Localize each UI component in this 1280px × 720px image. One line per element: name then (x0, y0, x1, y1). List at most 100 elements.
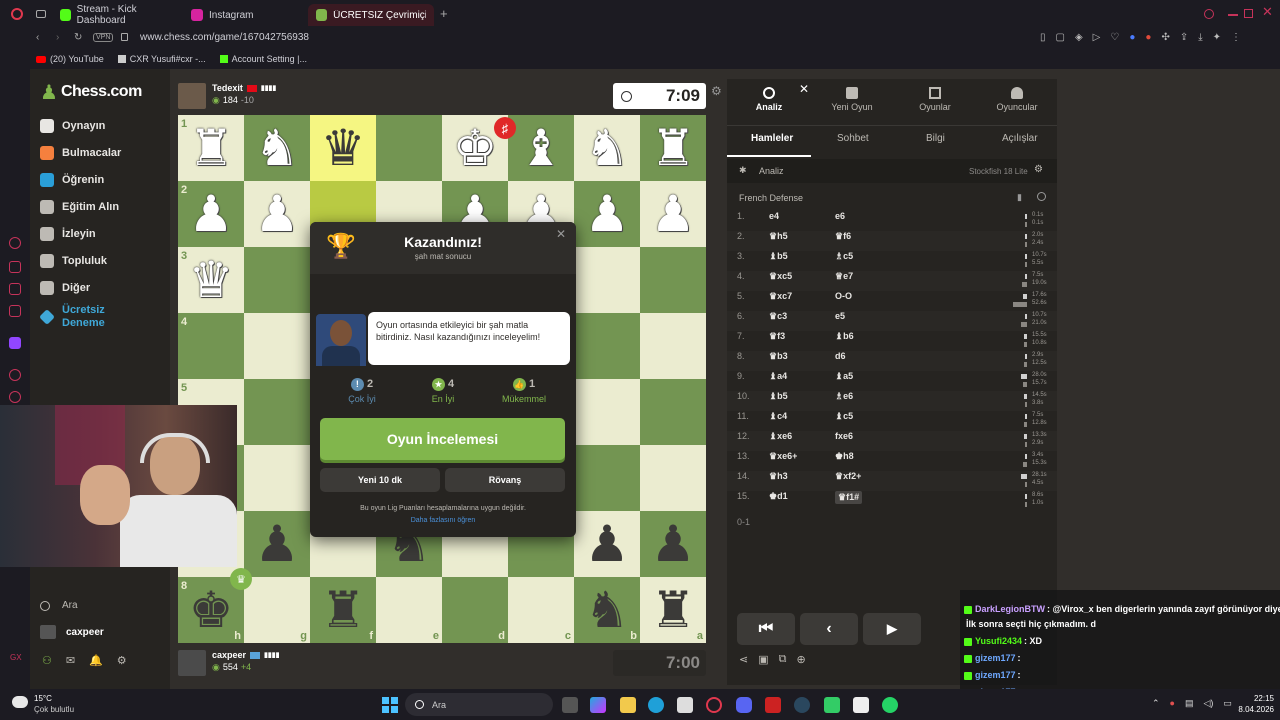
taskbar-search[interactable]: Ara (405, 693, 553, 716)
sidebar-item-0[interactable]: Oynayın (40, 119, 105, 133)
opera-logo-icon[interactable] (11, 8, 23, 20)
sidebar-item-4[interactable]: İzleyin (40, 227, 96, 241)
search-tabs-icon[interactable] (1204, 9, 1214, 19)
sidebar-bag-icon[interactable] (9, 261, 21, 273)
tab-instagram[interactable]: Instagram (183, 4, 307, 26)
first-move-button[interactable]: ⏮ (737, 613, 795, 645)
delete-icon[interactable]: ▮ (1017, 192, 1022, 203)
square-b1[interactable]: ♞ (574, 115, 640, 181)
sidebar-item-3[interactable]: Eğitim Alın (40, 200, 119, 214)
white-move[interactable]: ♛xe6+ (769, 451, 797, 462)
subtab-info[interactable]: Bilgi (926, 133, 945, 144)
chat-username[interactable]: DarkLegionBTW (975, 604, 1045, 614)
extension-red-icon[interactable]: ● (1145, 32, 1151, 43)
copilot-icon[interactable] (590, 697, 606, 713)
square-a2[interactable]: ♟ (640, 181, 706, 247)
white-knight-icon[interactable]: ♞ (255, 123, 300, 173)
whatsapp-icon[interactable] (882, 697, 898, 713)
white-knight-icon[interactable]: ♞ (585, 123, 630, 173)
square-a6[interactable] (640, 445, 706, 511)
clock-date[interactable]: 8.04.2026 (1224, 705, 1274, 714)
tray-mic-icon[interactable]: ● (1170, 698, 1175, 709)
square-g4[interactable] (244, 313, 310, 379)
bookmark-cxr[interactable]: CXR Yusufi#cxr -... (117, 54, 206, 64)
sidebar-chat-icon[interactable] (9, 283, 21, 295)
white-rook-icon[interactable]: ♜ (189, 123, 234, 173)
notifications-icon[interactable]: 🔔 (89, 654, 103, 667)
clock-time[interactable]: 22:15 (1224, 694, 1274, 703)
black-move[interactable]: ♝a5 (835, 371, 853, 382)
analysis-board-icon[interactable]: ▣ (758, 653, 768, 666)
new-game-button[interactable]: Yeni 10 dk (320, 468, 440, 492)
settings-gear-icon[interactable]: ⚙ (117, 654, 127, 667)
black-knight-icon[interactable]: ♞ (585, 585, 630, 635)
share-game-icon[interactable]: ⋖ (739, 653, 748, 666)
extension-blue-icon[interactable]: ● (1129, 32, 1135, 43)
white-pawn-icon[interactable]: ♟ (651, 189, 696, 239)
bookmark-youtube[interactable]: (20) YouTube (36, 54, 104, 64)
game-review-button[interactable]: Oyun İncelemesi (320, 418, 565, 460)
square-b8[interactable]: b ♞ (574, 577, 640, 643)
rematch-button[interactable]: Rövanş (445, 468, 565, 492)
square-g1[interactable]: ♞ (244, 115, 310, 181)
sidebar-gx-icon[interactable]: GX (10, 653, 22, 662)
bookmark-icon[interactable]: ▯ (1040, 32, 1046, 43)
black-move[interactable]: ♛f6 (835, 231, 851, 242)
black-rook-icon[interactable]: ♜ (651, 585, 696, 635)
square-g8[interactable]: g (244, 577, 310, 643)
square-h2[interactable]: 2 ♟ (178, 181, 244, 247)
black-move[interactable]: ♗c5 (835, 251, 853, 262)
windows-start-icon[interactable] (382, 697, 398, 713)
sidebar-search[interactable]: Ara (40, 600, 78, 611)
engine-settings-icon[interactable]: ⚙ (1034, 164, 1043, 175)
square-b3[interactable] (574, 247, 640, 313)
cancel-icon[interactable] (1037, 192, 1046, 201)
white-move[interactable]: ♚d1 (769, 491, 788, 502)
square-a8[interactable]: a ♜ (640, 577, 706, 643)
zoom-icon[interactable]: ⊕ (796, 653, 805, 666)
sidebar-user[interactable]: caxpeer (40, 625, 104, 639)
white-move[interactable]: ♛c3 (769, 311, 787, 322)
steam-icon[interactable] (794, 697, 810, 713)
store-icon[interactable] (677, 697, 693, 713)
next-move-button[interactable]: ▶ (863, 613, 921, 645)
weather-icon[interactable] (12, 696, 28, 708)
screenshot-icon[interactable]: ▢ (1056, 32, 1065, 43)
back-icon[interactable]: ‹ (36, 32, 39, 43)
play-icon[interactable]: ▷ (1093, 32, 1101, 43)
ai-icon[interactable]: ✦ (1213, 32, 1221, 43)
square-a4[interactable] (640, 313, 706, 379)
black-move[interactable]: ♕e7 (835, 271, 853, 282)
black-rook-icon[interactable]: ♜ (321, 585, 366, 635)
black-move[interactable]: ♚h8 (835, 451, 854, 462)
sidebar-info-icon[interactable] (9, 391, 21, 403)
top-player-name[interactable]: Tedexit (212, 83, 243, 93)
square-b7[interactable]: ♟ (574, 511, 640, 577)
sidebar-item-5[interactable]: Topluluk (40, 254, 107, 268)
modal-close-button[interactable]: ✕ (556, 227, 566, 241)
sidebar-clock-icon[interactable] (9, 369, 21, 381)
tray-chevron-icon[interactable]: ⌃ (1152, 698, 1160, 709)
menu-icon[interactable]: ⋮ (1231, 32, 1241, 43)
friends-icon[interactable]: ⚇ (42, 654, 52, 667)
white-queen-icon[interactable]: ♛ (189, 255, 234, 305)
prev-move-button[interactable]: ‹ (800, 613, 858, 645)
black-move[interactable]: e5 (835, 311, 845, 321)
board-settings-icon[interactable]: ⚙ (711, 84, 722, 98)
white-bishop-icon[interactable]: ♝ (519, 123, 564, 173)
square-a1[interactable]: ♜ (640, 115, 706, 181)
black-move[interactable]: ♝b6 (835, 331, 854, 342)
white-move[interactable]: ♝b5 (769, 251, 788, 262)
sidebar-item-1[interactable]: Bulmacalar (40, 146, 121, 160)
square-g5[interactable] (244, 379, 310, 445)
sidebar-item-7[interactable]: Ücretsiz Deneme (39, 304, 105, 330)
black-move[interactable]: fxe6 (835, 431, 853, 441)
white-rook-icon[interactable]: ♜ (651, 123, 696, 173)
white-move[interactable]: ♛b3 (769, 351, 788, 362)
square-c8[interactable]: c (508, 577, 574, 643)
square-c1[interactable]: ♝ (508, 115, 574, 181)
black-pawn-icon[interactable]: ♟ (651, 519, 696, 569)
white-move[interactable]: ♛h3 (769, 471, 788, 482)
tab-players[interactable]: Oyuncular (977, 87, 1057, 112)
tray-network-icon[interactable]: ▤ (1185, 698, 1194, 709)
